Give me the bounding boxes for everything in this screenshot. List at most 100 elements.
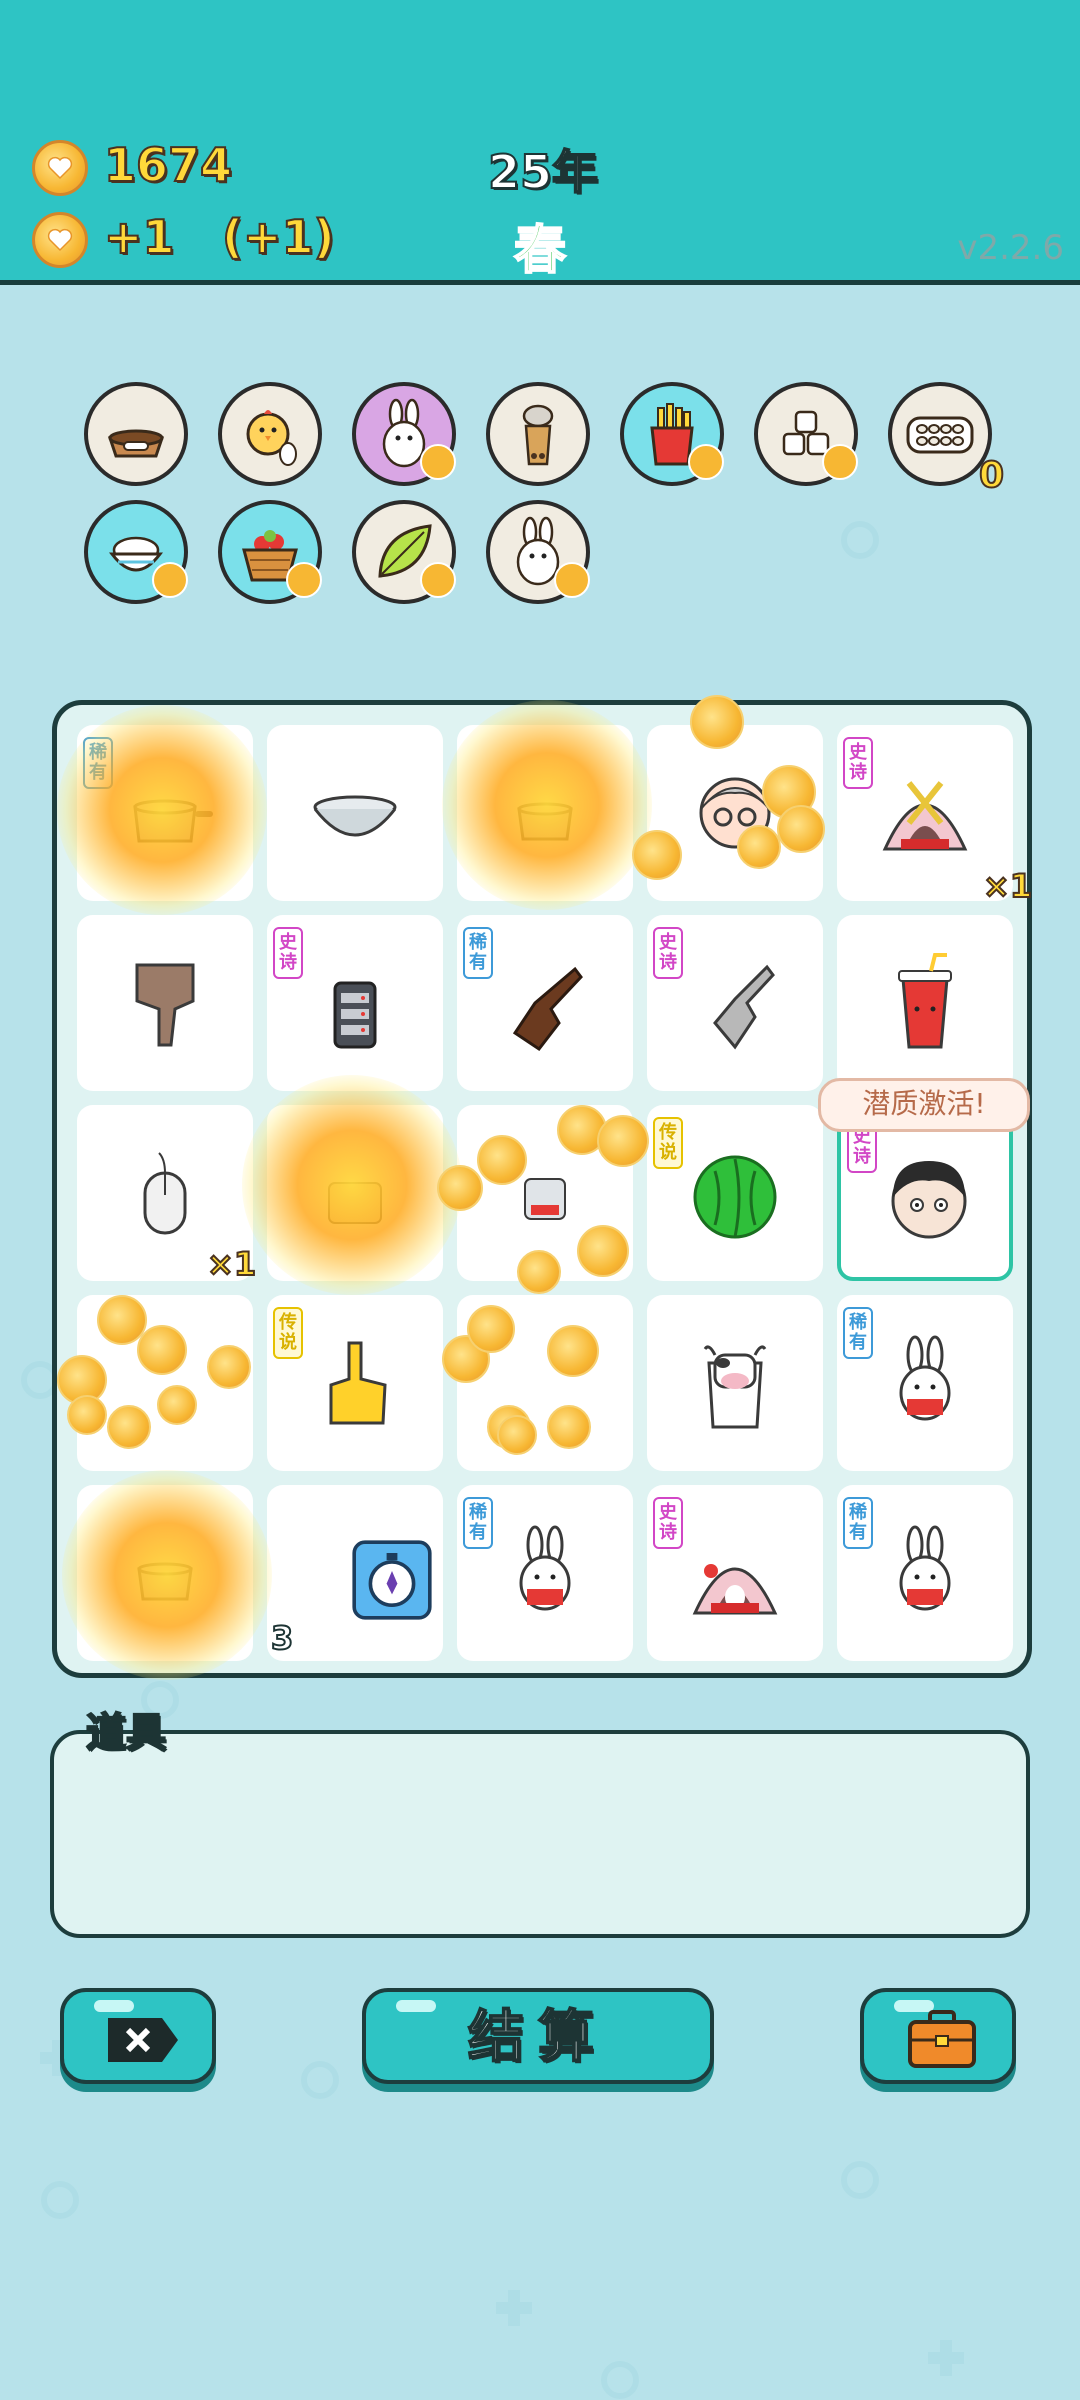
tile-yellow-hand-legend[interactable]: 传说 xyxy=(267,1295,443,1471)
inventory-chick[interactable] xyxy=(218,382,322,486)
computer-mouse-icon xyxy=(143,1152,187,1235)
multiplier-label: ×1 xyxy=(206,1244,257,1284)
tile-brown-hand[interactable] xyxy=(77,915,253,1091)
counter-label: 3 xyxy=(270,1618,294,1658)
heart-coin-badge xyxy=(822,444,858,480)
egg-tray-count: 0 xyxy=(978,454,1005,497)
tile-mouse[interactable]: ×1 xyxy=(77,1105,257,1284)
heart-coin-badge xyxy=(286,562,322,598)
inventory-rabbit[interactable] xyxy=(352,382,456,486)
top-status-bar: 1674 +1 (+1) 25年 春 v2.2.6 xyxy=(0,0,1080,285)
pointing-hand-icon xyxy=(512,966,583,1052)
season-label: 春 xyxy=(513,220,567,282)
heart-coin xyxy=(477,1135,527,1185)
inventory-fruit-basket[interactable] xyxy=(218,500,322,604)
tile-rabbit-tent-epic[interactable]: 史诗 ×1 xyxy=(837,725,1033,906)
income-bonus: (+1) xyxy=(221,209,336,265)
items-panel xyxy=(50,1730,1030,1938)
rarity-tag: 稀有 xyxy=(463,927,493,979)
pot-icon xyxy=(133,799,213,843)
tile-drink-cup[interactable] xyxy=(837,915,1013,1091)
rarity-tag: 稀有 xyxy=(463,1497,493,1549)
tile-pot-rare[interactable]: 稀有 xyxy=(77,725,253,901)
rarity-tag: 史诗 xyxy=(843,737,873,789)
rabbit-icon xyxy=(899,1335,951,1421)
version-label: v2.2.6 xyxy=(957,228,1064,268)
heart-coin xyxy=(137,1325,187,1375)
heart-coin xyxy=(157,1385,197,1425)
egg-tray-icon xyxy=(906,416,974,454)
heart-coin xyxy=(67,1395,107,1435)
tile-rabbit-rare-3[interactable]: 稀有 xyxy=(837,1485,1013,1661)
multiplier-label: ×1 xyxy=(982,866,1033,906)
bowl-icon xyxy=(313,795,397,837)
chick-egg-icon xyxy=(246,410,297,466)
tile-pot-2[interactable] xyxy=(77,1485,253,1661)
tile-gray-hand-epic[interactable]: 史诗 xyxy=(647,915,823,1091)
tile-bowl[interactable] xyxy=(267,725,443,901)
boy-face-icon xyxy=(891,1161,967,1239)
button-shine xyxy=(94,2000,134,2012)
inventory-leaf[interactable] xyxy=(352,500,456,604)
tile-cow[interactable] xyxy=(647,1295,823,1471)
tile-server-epic[interactable]: 史诗 xyxy=(267,915,443,1091)
tile-rabbit-rare-2[interactable]: 稀有 xyxy=(457,1485,633,1661)
rarity-tag: 史诗 xyxy=(653,1497,683,1549)
inventory-bubble-tea[interactable] xyxy=(486,382,590,486)
rarity-tag: 传说 xyxy=(653,1117,683,1169)
skip-button[interactable] xyxy=(60,1988,216,2084)
heart-coin xyxy=(467,1305,515,1353)
stopwatch-icon xyxy=(352,1540,432,1620)
heart-coin-badge xyxy=(152,562,188,598)
server-rack-icon xyxy=(333,981,377,1049)
heart-coin xyxy=(577,1225,629,1277)
heart-coin-badge xyxy=(420,444,456,480)
settle-button[interactable]: 结算 xyxy=(362,1988,714,2084)
game-board: 稀有 史诗 ×1 史诗 稀有 史诗 ×1 传说 史诗 传说 稀有 3 稀有 史诗… xyxy=(52,695,1033,1680)
close-tag-icon xyxy=(108,2018,178,2062)
rabbit-tent-icon xyxy=(882,781,968,851)
heart-coin xyxy=(107,1405,151,1449)
heart-coin xyxy=(597,1115,649,1167)
tile-dark-hand-rare[interactable]: 稀有 xyxy=(457,915,633,1091)
tile-rabbit-rare[interactable]: 稀有 xyxy=(837,1295,1013,1471)
bubble-tea-icon xyxy=(522,404,554,466)
heart-coin xyxy=(737,825,781,869)
tile-active[interactable] xyxy=(267,1105,443,1281)
heart-coin xyxy=(437,1165,483,1211)
settle-button-label: 结算 xyxy=(467,2004,608,2071)
inventory-fries[interactable] xyxy=(620,382,724,486)
inventory-egg-tray[interactable]: 0 xyxy=(888,382,1005,497)
briefcase-icon xyxy=(908,2010,976,2068)
dog-bowl-icon xyxy=(107,429,165,458)
rabbit-icon xyxy=(519,1525,571,1611)
item-icon xyxy=(328,1182,382,1224)
soda-cup-icon xyxy=(898,953,952,1049)
income-per-turn: +1 xyxy=(103,209,176,265)
inventory-dog-bowl[interactable] xyxy=(84,382,188,486)
tile-stopwatch[interactable]: 3 xyxy=(267,1485,443,1661)
income-coin-icon xyxy=(32,212,88,268)
inventory-rabbit-2[interactable] xyxy=(486,500,590,604)
heart-coin xyxy=(497,1415,537,1455)
pot-icon xyxy=(137,1562,193,1601)
coin-total: 1674 xyxy=(103,137,233,193)
tile-rabbit-tent-epic-2[interactable]: 史诗 xyxy=(647,1485,823,1661)
rarity-tag: 稀有 xyxy=(843,1307,873,1359)
rarity-tag: 史诗 xyxy=(653,927,683,979)
heart-coin-badge xyxy=(420,562,456,598)
heart-coin xyxy=(777,805,825,853)
inventory-sugar-cubes[interactable] xyxy=(754,382,858,486)
tile-pot[interactable] xyxy=(457,725,633,901)
heart-coin xyxy=(632,830,682,880)
heart-coin xyxy=(517,1250,561,1294)
bag-button[interactable] xyxy=(860,1988,1016,2084)
rarity-tag: 稀有 xyxy=(843,1497,873,1549)
rarity-tag: 稀有 xyxy=(83,737,113,789)
pot-icon xyxy=(517,802,573,841)
heart-coin-badge xyxy=(688,444,724,480)
rabbit-icon xyxy=(899,1525,951,1611)
rarity-tag: 史诗 xyxy=(273,927,303,979)
inventory-rice-bowl[interactable] xyxy=(84,500,188,604)
tile-watermelon-legend[interactable]: 传说 xyxy=(647,1105,823,1281)
